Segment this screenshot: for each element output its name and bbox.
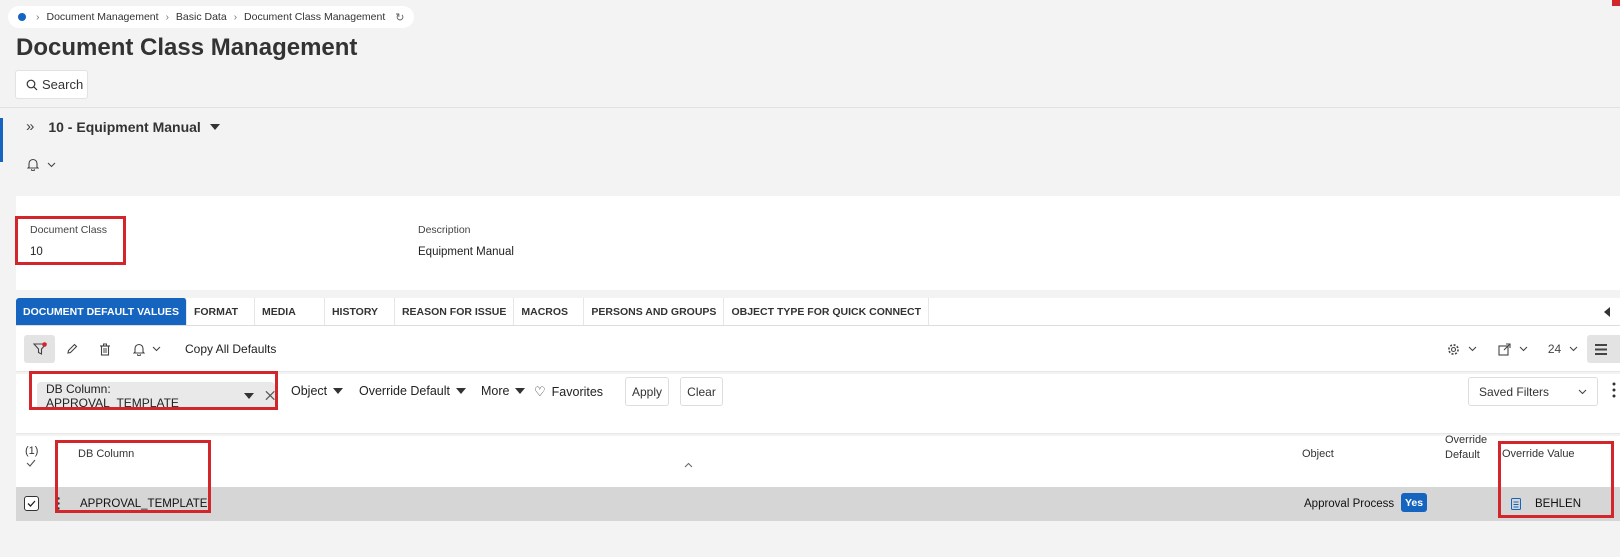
bell-icon [27,158,39,171]
tab-macros[interactable]: MACROS [514,298,585,325]
breadcrumb: › Document Management › Basic Data › Doc… [8,6,415,28]
refresh-icon[interactable]: ↻ [395,11,404,24]
search-button[interactable]: Search [15,70,88,99]
description-field: Description Equipment Manual [418,224,514,258]
page-size-dropdown[interactable]: 24 [1546,335,1580,363]
tab-format[interactable]: FORMAT [187,298,255,325]
corner-marker [1612,0,1620,6]
active-indicator [0,118,3,162]
view-mode-button[interactable] [1587,335,1620,363]
settings-dropdown[interactable] [1444,335,1480,363]
chevron-down-icon [1578,389,1587,394]
filter-toggle-button[interactable] [24,335,55,363]
gear-icon [1448,343,1459,355]
chevron-right-icon: › [165,11,169,23]
caret-down-icon[interactable] [209,123,220,130]
chevron-down-icon [1468,346,1477,352]
double-chevron-right-icon[interactable]: » [26,118,34,135]
scroll-left-icon[interactable] [1604,307,1610,317]
column-header-line: Default [1445,449,1480,461]
chevron-down-icon [47,162,56,167]
chevron-down-icon [1569,346,1578,352]
clear-button[interactable]: Clear [680,377,723,406]
override-default-badge: Yes [1401,493,1427,512]
apply-button[interactable]: Apply [625,377,669,406]
column-header-override-default[interactable]: Override Default [1445,433,1487,463]
bell-icon [133,343,145,356]
chevron-down-icon [1519,346,1528,352]
filter-object-dropdown[interactable]: Object [291,384,344,398]
tab-history[interactable]: HISTORY [325,298,395,325]
highlight-box [15,216,126,265]
tab-persons-and-groups[interactable]: PERSONS AND GROUPS [584,298,725,325]
tab-bar: DOCUMENT DEFAULT VALUES FORMAT MEDIA HIS… [16,298,1620,326]
notification-dropdown[interactable] [130,335,164,363]
home-icon[interactable] [18,13,26,21]
filter-more-label: More [481,384,510,398]
tab-object-type-for-quick-connect[interactable]: OBJECT TYPE FOR QUICK CONNECT [724,298,930,325]
check-icon[interactable] [26,459,36,467]
caret-down-icon [456,388,467,394]
filter-bar: DB Column: APPROVAL_TEMPLATE Object Over… [16,371,1620,434]
search-label: Search [42,77,84,92]
favorites-label: Favorites [551,385,604,399]
breadcrumb-item[interactable]: Basic Data [176,11,227,23]
export-dropdown[interactable] [1495,335,1531,363]
filter-more-dropdown[interactable]: More [481,384,526,398]
table-row[interactable]: APPROVAL_TEMPLATE Approval Process Yes B… [16,487,1620,521]
copy-all-defaults-button[interactable]: Copy All Defaults [185,335,276,363]
search-icon [26,79,38,90]
highlight-box [55,440,211,513]
record-selector[interactable]: » 10 - Equipment Manual [26,118,220,135]
highlight-box [29,371,278,410]
row-checkbox[interactable] [24,496,39,511]
description-value: Equipment Manual [418,246,514,258]
export-icon [1498,342,1511,356]
heart-icon: ♡ [534,384,546,399]
record-header-card: Document Class 10 Description Equipment … [15,196,1620,290]
sort-ascending-icon[interactable] [684,462,693,468]
data-table: (1) DB Column Object Override Default Ov… [16,433,1620,521]
list-view-icon [1595,343,1607,355]
column-header-object[interactable]: Object [1302,448,1334,460]
saved-filters-label: Saved Filters [1479,384,1550,399]
page-title: Document Class Management [16,34,358,61]
edit-button[interactable] [62,335,82,363]
tab-media[interactable]: MEDIA [255,298,325,325]
breadcrumb-item[interactable]: Document Class Management [244,11,385,23]
highlight-box [1498,441,1614,518]
selected-count: (1) [25,445,39,457]
column-header-line: Override [1445,434,1488,446]
list-toolbar: Copy All Defaults 24 [16,326,1620,372]
page-size-value: 24 [1547,342,1562,356]
notification-menu[interactable] [27,158,56,171]
record-selector-label: 10 - Equipment Manual [48,118,201,135]
filter-icon [32,342,47,355]
chevron-right-icon: › [36,11,40,23]
favorites-button[interactable]: ♡ Favorites [534,384,603,400]
delete-button[interactable] [95,335,115,363]
more-options-icon[interactable] [1612,382,1616,403]
cell-object: Approval Process [1304,498,1395,510]
caret-down-icon [515,388,526,394]
pencil-icon [67,343,78,354]
caret-down-icon [333,388,344,394]
divider [0,107,1620,108]
saved-filters-dropdown[interactable]: Saved Filters [1468,377,1598,406]
description-label: Description [418,224,471,236]
trash-icon [100,343,110,356]
breadcrumb-item[interactable]: Document Management [47,11,159,23]
check-icon [27,500,36,507]
tab-document-default-values[interactable]: DOCUMENT DEFAULT VALUES [16,298,187,325]
chevron-down-icon [152,346,161,352]
chevron-right-icon: › [233,11,238,23]
filter-override-default-dropdown[interactable]: Override Default [359,384,467,398]
tab-reason-for-issue[interactable]: REASON FOR ISSUE [395,298,515,325]
filter-object-label: Object [291,384,328,398]
filter-override-default-label: Override Default [359,384,451,398]
